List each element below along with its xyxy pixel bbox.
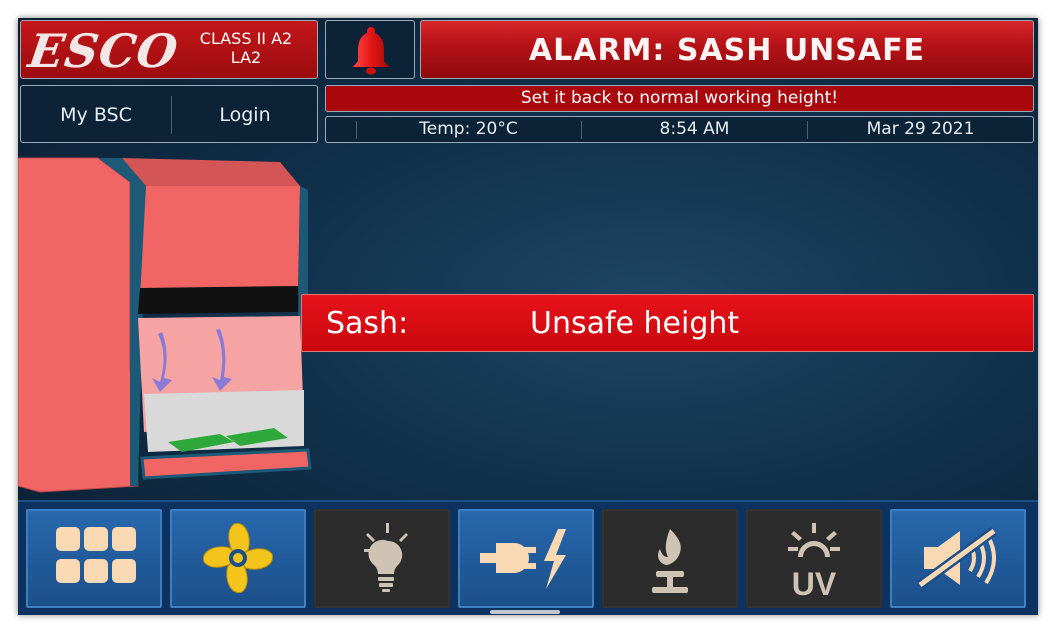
cabinet-front-panel — [140, 186, 300, 298]
temperature: Temp: 20°C — [419, 119, 518, 139]
fan-icon — [202, 522, 274, 594]
cabinet-side-panel — [18, 157, 139, 493]
menu-button[interactable] — [26, 509, 162, 608]
menu-grid-icon — [56, 527, 136, 583]
uv-lamp-icon: UV — [788, 523, 840, 602]
date: Mar 29 2021 — [866, 119, 975, 139]
cabinet-top — [122, 158, 300, 186]
cabinet-base — [140, 448, 312, 480]
nav-panel: My BSC Login — [20, 85, 318, 143]
my-bsc-button[interactable]: My BSC — [21, 86, 171, 144]
control-toolbar: UV — [18, 500, 1038, 615]
bsc-screen: ESCO CLASS II A2 LA2 ALARM: SASH UNSAFE … — [18, 18, 1038, 615]
class-line-2: LA2 — [230, 48, 262, 67]
uv-button[interactable]: UV — [746, 509, 882, 608]
cabinet-illustration — [18, 157, 312, 493]
esco-logo: ESCO — [25, 24, 182, 78]
alarm-title: ALARM: SASH UNSAFE — [528, 33, 926, 68]
clock-time: 8:54 AM — [659, 119, 730, 139]
mute-button[interactable] — [890, 509, 1026, 608]
power-plug-icon — [480, 529, 566, 589]
status-bar: Temp: 20°C 8:54 AM Mar 29 2021 — [325, 116, 1034, 143]
logo-panel: ESCO CLASS II A2 LA2 — [20, 20, 318, 79]
alarm-bell-button[interactable] — [325, 20, 415, 79]
alarm-message: Set it back to normal working height! — [520, 88, 839, 108]
class-line-1: CLASS II A2 — [199, 29, 293, 48]
power-button[interactable] — [458, 509, 594, 608]
alarm-message-bar: Set it back to normal working height! — [325, 85, 1034, 112]
sash-value: Unsafe height — [530, 306, 740, 341]
gas-burner-icon — [652, 529, 688, 593]
bottom-drawer-handle[interactable] — [490, 610, 560, 614]
bell-icon — [353, 27, 389, 75]
sash-status-bar: Sash: Unsafe height — [301, 294, 1034, 352]
svg-text:UV: UV — [792, 566, 837, 602]
alarm-banner: ALARM: SASH UNSAFE — [420, 20, 1034, 79]
sash-label: Sash: — [326, 306, 409, 341]
cabinet-class: CLASS II A2 LA2 — [181, 29, 311, 67]
gas-button[interactable] — [602, 509, 738, 608]
light-button[interactable] — [314, 509, 450, 608]
login-button[interactable]: Login — [172, 86, 318, 144]
mute-speaker-icon — [917, 526, 997, 590]
fan-button[interactable] — [170, 509, 306, 608]
cabinet-sash-band — [138, 286, 298, 314]
light-bulb-icon — [364, 523, 408, 592]
